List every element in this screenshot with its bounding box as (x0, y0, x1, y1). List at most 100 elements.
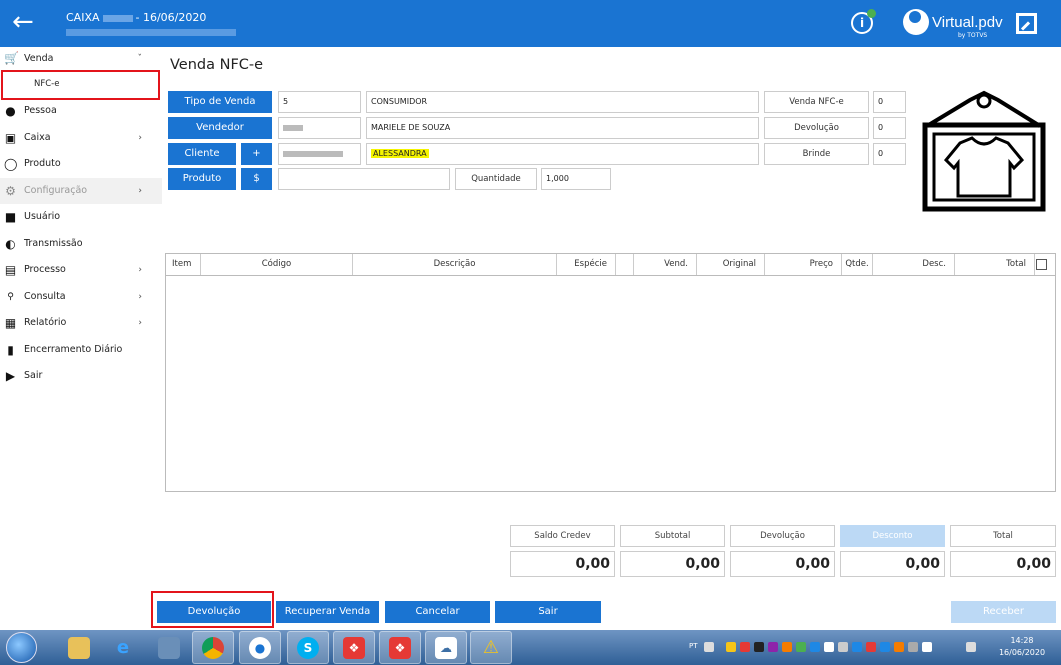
virtualpdv-taskbar-button[interactable]: ● (239, 631, 281, 664)
sidebar-item-caixa[interactable]: ▣ Caixa › (0, 125, 162, 152)
tipo-venda-code-field[interactable]: 5 (278, 91, 361, 113)
venda-nfce-label: Venda NFC-e (764, 91, 869, 113)
sidebar-item-label: Relatório (24, 317, 67, 328)
preco-button[interactable]: $ (241, 168, 272, 190)
col-blank[interactable] (616, 254, 634, 275)
sidebar-item-label: Encerramento Diário (24, 343, 123, 355)
col-desc[interactable]: Desc. (873, 254, 955, 275)
internet-explorer-icon: e (116, 636, 130, 658)
warning-taskbar-button[interactable]: ⚠ (470, 631, 512, 664)
chevron-right-icon: › (138, 132, 142, 143)
tray-app-icon[interactable] (796, 642, 806, 652)
cash-register-icon: ▣ (4, 130, 17, 145)
sidebar-item-pessoa[interactable]: ● Pessoa (0, 98, 162, 125)
ie-taskbar-button[interactable]: e (102, 631, 144, 664)
vendedor-code-field[interactable] (278, 117, 361, 139)
tray-app-icon[interactable] (922, 642, 932, 652)
sidebar-item-venda[interactable]: 🛒 Venda ˇ (0, 47, 162, 71)
app-taskbar-button[interactable] (148, 631, 190, 664)
col-item[interactable]: Item (166, 254, 201, 275)
tray-app-icon[interactable] (754, 642, 764, 652)
devolucao-total-label: Devolução (730, 525, 835, 547)
sidebar-item-transmissao[interactable]: ◐ Transmissão (0, 231, 162, 258)
chevron-right-icon: › (138, 291, 142, 302)
anydesk-taskbar-button-2[interactable]: ❖ (379, 631, 421, 664)
sidebar-item-label: Transmissão (24, 237, 83, 249)
col-descricao[interactable]: Descrição (353, 254, 557, 275)
info-icon[interactable]: i (851, 9, 876, 34)
product-image-icon (922, 90, 1046, 212)
quantidade-input[interactable]: 1,000 (541, 168, 611, 190)
cart-icon: 🛒 (4, 51, 19, 65)
tray-app-icon[interactable] (866, 642, 876, 652)
explorer-taskbar-button[interactable] (58, 631, 100, 664)
virtualpdv-logo-icon (903, 9, 929, 35)
tray-app-icon[interactable] (880, 642, 890, 652)
sidebar-item-usuario[interactable]: ■ Usuário (0, 204, 162, 231)
vendedor-button[interactable]: Vendedor (168, 117, 272, 139)
cliente-code-field[interactable] (278, 143, 361, 165)
language-indicator[interactable]: PT (689, 642, 698, 650)
highlight-box-devolucao (151, 591, 274, 628)
receber-button[interactable]: Receber (951, 601, 1056, 623)
tray-app-icon[interactable] (768, 642, 778, 652)
tray-shield-icon[interactable] (726, 642, 736, 652)
col-original[interactable]: Original (697, 254, 765, 275)
total-value: 0,00 (950, 551, 1056, 577)
col-especie[interactable]: Espécie (557, 254, 616, 275)
page-title: Venda NFC-e (170, 57, 264, 73)
tray-network-icon[interactable] (966, 642, 976, 652)
col-codigo[interactable]: Código (201, 254, 353, 275)
desconto-button[interactable]: Desconto (840, 525, 945, 547)
table-header: Item Código Descrição Espécie Vend. Orig… (166, 254, 1055, 276)
col-total[interactable]: Total (955, 254, 1035, 275)
col-preco[interactable]: Preço (765, 254, 842, 275)
cliente-button[interactable]: Cliente (168, 143, 236, 165)
sidebar-item-processo[interactable]: ▤ Processo › (0, 257, 162, 284)
anydesk-taskbar-button-1[interactable]: ❖ (333, 631, 375, 664)
sair-button[interactable]: Sair (495, 601, 601, 623)
cancelar-button[interactable]: Cancelar (385, 601, 490, 623)
window-mode-icon[interactable] (1016, 13, 1037, 34)
cloud-taskbar-button[interactable]: ☁ (425, 631, 467, 664)
tray-app-icon[interactable] (908, 642, 918, 652)
tipo-venda-button[interactable]: Tipo de Venda (168, 91, 272, 113)
chrome-taskbar-button[interactable] (192, 631, 234, 664)
tray-volume-icon[interactable] (838, 642, 848, 652)
tray-app-icon[interactable] (852, 642, 862, 652)
skype-taskbar-button[interactable]: S (287, 631, 329, 664)
search-icon: ⚲ (7, 291, 14, 302)
tray-app-icon[interactable] (810, 642, 820, 652)
highlight-box-nfce (1, 70, 160, 100)
users-icon: ■ (4, 210, 17, 224)
desconto-value: 0,00 (840, 551, 945, 577)
sidebar-item-relatorio[interactable]: ▦ Relatório › (0, 310, 162, 337)
add-cliente-button[interactable]: + (241, 143, 272, 165)
book-icon: ▮ (7, 342, 14, 357)
anydesk-icon: ❖ (389, 636, 411, 659)
recuperar-venda-button[interactable]: Recuperar Venda (276, 601, 379, 623)
subtotal-value: 0,00 (620, 551, 725, 577)
sidebar-item-encerramento[interactable]: ▮ Encerramento Diário (0, 337, 162, 364)
chrome-icon (202, 636, 224, 659)
produto-input[interactable] (278, 168, 450, 190)
tray-red-icon[interactable] (740, 642, 750, 652)
col-qtde[interactable]: Qtde. (842, 254, 873, 275)
sidebar-item-consulta[interactable]: ⚲ Consulta › (0, 284, 162, 311)
select-all-checkbox[interactable] (1036, 259, 1047, 270)
sidebar-item-configuracao[interactable]: ⚙ Configuração › (0, 177, 162, 204)
tray-app-icon[interactable] (824, 642, 834, 652)
tray-keyboard-icon[interactable] (704, 642, 714, 652)
system-clock[interactable]: 14:28 16/06/2020 (993, 635, 1051, 659)
window-title: CAIXA - 16/06/2020 (66, 11, 206, 24)
produto-button[interactable]: Produto (168, 168, 236, 190)
tray-app-icon[interactable] (894, 642, 904, 652)
sidebar-item-produto[interactable]: ◯ Produto (0, 151, 162, 178)
sidebar-item-sair[interactable]: ▶ Sair (0, 363, 162, 390)
chevron-right-icon: › (138, 185, 142, 196)
venda-nfce-field: 0 (873, 91, 906, 113)
start-button-icon[interactable] (6, 632, 37, 663)
tray-app-icon[interactable] (782, 642, 792, 652)
back-arrow-icon[interactable]: ← (12, 8, 42, 38)
col-vend[interactable]: Vend. (634, 254, 697, 275)
